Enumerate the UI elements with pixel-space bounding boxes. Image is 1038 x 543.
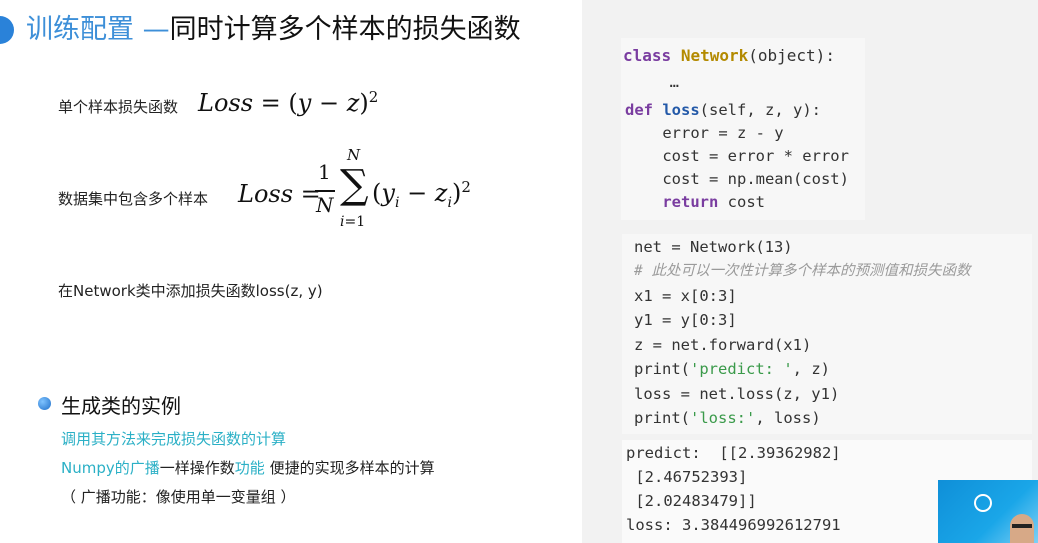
code-comment: # 此处可以一次性计算多个样本的预测值和损失函数 bbox=[634, 263, 971, 279]
output-line: [2.46752393] bbox=[626, 468, 748, 486]
sum-lower-limit: i=1 bbox=[340, 214, 366, 230]
code-line: … bbox=[651, 73, 679, 91]
sigma-symbol: ∑ bbox=[340, 162, 369, 208]
code-line: class Network(object): bbox=[623, 46, 835, 65]
sub-point-2-e: 便捷的实现多样本的计算 bbox=[264, 459, 435, 477]
add-loss-label: 在Network类中添加损失函数loss(z, y) bbox=[58, 282, 323, 300]
single-sample-label: 单个样本损失函数 bbox=[58, 98, 179, 116]
code-line: x1 = x[0:3] bbox=[634, 287, 737, 305]
slide-left-panel: 训练配置 —同时计算多个样本的损失函数 单个样本损失函数 Loss = (y −… bbox=[0, 0, 582, 543]
code-line: cost = np.mean(cost) bbox=[625, 170, 849, 188]
title-part1: 训练配置 bbox=[26, 14, 134, 45]
section-bullet-icon bbox=[38, 397, 51, 410]
fraction-numerator: 1 bbox=[318, 160, 331, 184]
output-line: loss: 3.384496992612791 bbox=[626, 516, 841, 534]
sub-point-2-a: Numpy的 bbox=[61, 459, 130, 477]
fraction-denominator: N bbox=[316, 193, 334, 217]
code-line: print('predict: ', z) bbox=[634, 360, 830, 378]
code-line: net = Network(13) bbox=[634, 238, 793, 256]
presenter-avatar bbox=[1010, 514, 1034, 543]
record-icon bbox=[974, 494, 992, 512]
sub-point-2-d: 功能 bbox=[234, 459, 265, 477]
title-dash: — bbox=[134, 14, 170, 45]
code-block-usage: net = Network(13) # 此处可以一次性计算多个样本的预测值和损失… bbox=[622, 234, 1032, 434]
dataset-label: 数据集中包含多个样本 bbox=[58, 190, 209, 208]
presenter-video-thumbnail[interactable] bbox=[938, 480, 1038, 543]
code-line: error = z - y bbox=[625, 124, 784, 142]
code-line: def loss(self, z, y): bbox=[625, 101, 821, 119]
code-block-network-class: class Network(object): … def loss(self, … bbox=[621, 38, 865, 220]
section-heading: 生成类的实例 bbox=[61, 394, 181, 418]
sub-point-1: 调用其方法来完成损失函数的计算 bbox=[61, 430, 287, 448]
presenter-glasses bbox=[1012, 524, 1032, 528]
loss-formula-multi-lhs: Loss = bbox=[238, 180, 321, 208]
loss-formula-multi-rhs: (yi − zi)2 bbox=[372, 178, 471, 211]
sub-point-2-c: 一样操作数 bbox=[159, 459, 235, 477]
output-line: [2.02483479]] bbox=[626, 492, 757, 510]
sub-point-3: （ 广播功能：像使用单一变量组 ） bbox=[61, 488, 296, 506]
code-line: return cost bbox=[662, 193, 765, 211]
output-line: predict: [[2.39362982] bbox=[626, 444, 841, 462]
fraction-bar bbox=[315, 190, 335, 192]
code-line: z = net.forward(x1) bbox=[634, 336, 812, 354]
loss-formula-single: Loss = (y − z)2 bbox=[198, 88, 379, 117]
slide-title: 训练配置 —同时计算多个样本的损失函数 bbox=[26, 12, 521, 48]
code-line: loss = net.loss(z, y1) bbox=[634, 385, 840, 403]
code-line: y1 = y[0:3] bbox=[634, 311, 737, 329]
title-part2: 同时计算多个样本的损失函数 bbox=[169, 14, 521, 45]
sub-point-2: Numpy的广播一样操作数功能 便捷的实现多样本的计算 bbox=[61, 457, 435, 478]
code-line: print('loss:', loss) bbox=[634, 409, 821, 427]
code-line: cost = error * error bbox=[625, 147, 849, 165]
title-bullet-icon bbox=[0, 16, 14, 44]
sub-point-2-b: 广播 bbox=[129, 459, 160, 477]
